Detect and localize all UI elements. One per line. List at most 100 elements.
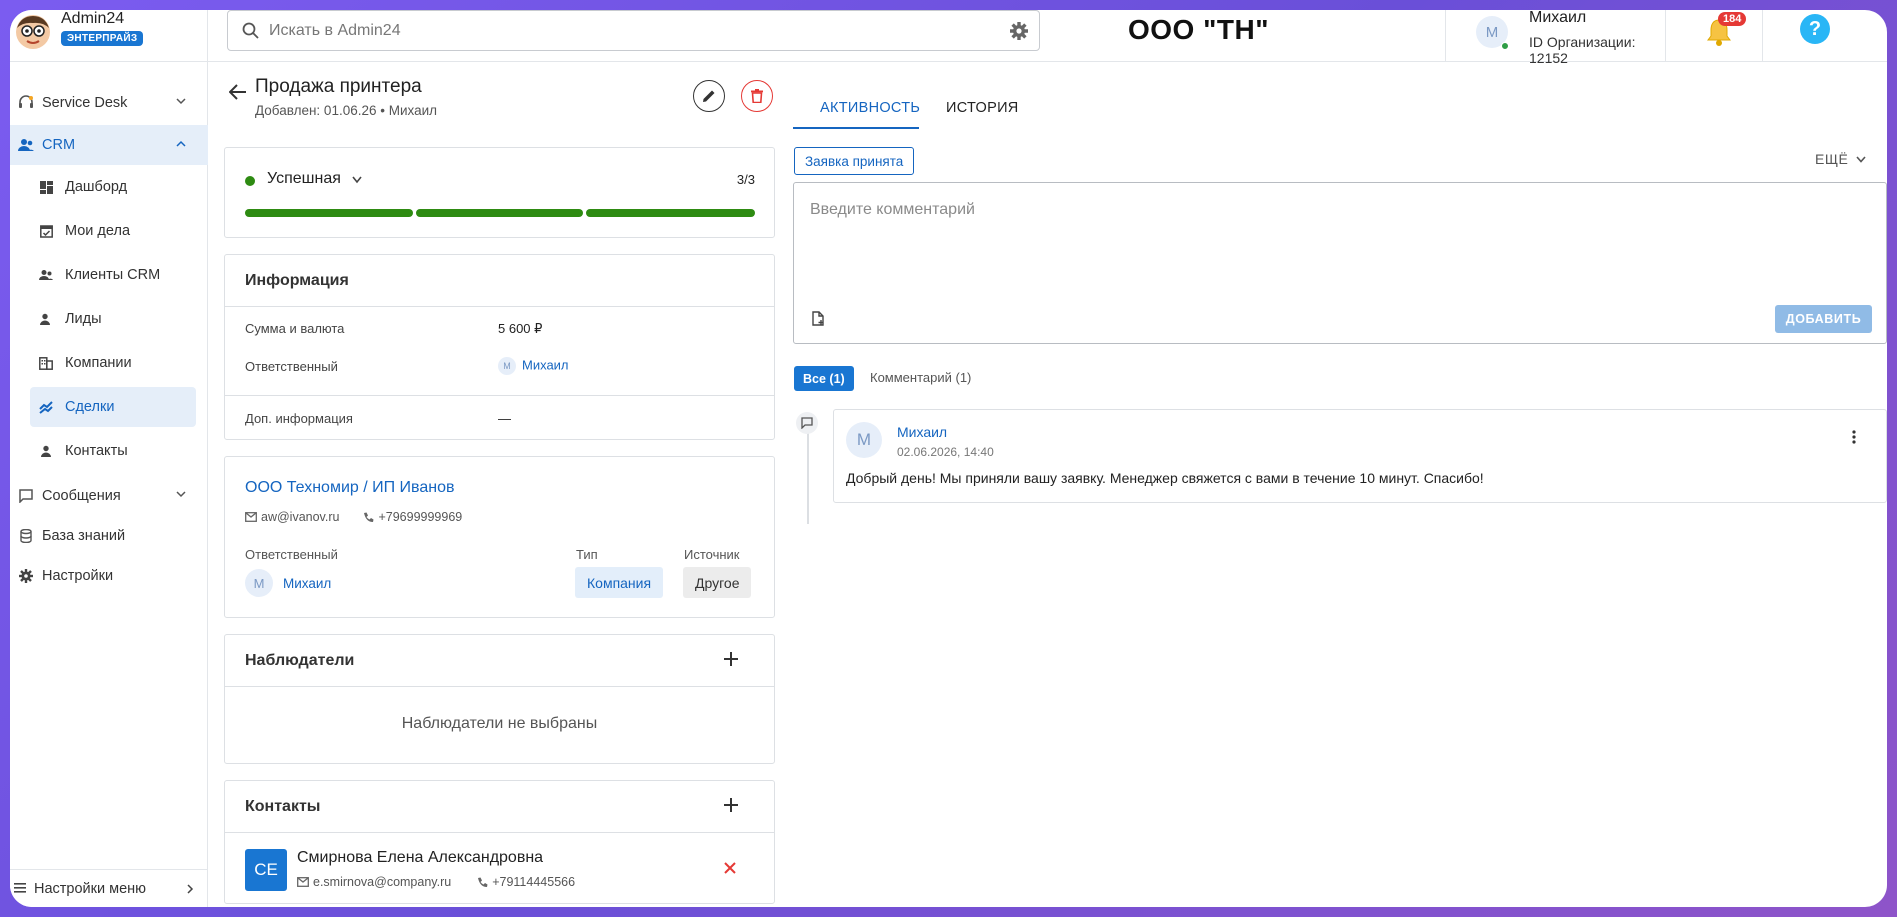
- stage-segment[interactable]: [416, 209, 583, 217]
- admin-avatar-icon: [16, 15, 50, 49]
- sidebar-item-label: Service Desk: [42, 95, 128, 111]
- menu-settings-button[interactable]: Настройки меню: [10, 869, 208, 907]
- chevron-up-icon: [176, 140, 186, 147]
- sidebar-item-contacts[interactable]: Контакты: [30, 431, 196, 471]
- attach-file-icon[interactable]: [812, 311, 825, 326]
- comment-input[interactable]: [810, 201, 1810, 261]
- help-button[interactable]: ?: [1800, 14, 1830, 44]
- tab-activity[interactable]: АКТИВНОСТЬ: [820, 100, 920, 116]
- comment-timeline-icon: [796, 412, 818, 434]
- sidebar-item-service-desk[interactable]: Service Desk: [10, 84, 208, 122]
- sidebar-item-label: Сделки: [65, 399, 115, 415]
- sidebar-item-label: Сообщения: [42, 488, 121, 504]
- notification-count-badge: 184: [1718, 12, 1747, 26]
- sidebar-item-label: Компании: [65, 355, 132, 371]
- status-button[interactable]: Заявка принята: [794, 147, 915, 175]
- company-responsible[interactable]: М Михаил: [245, 569, 331, 597]
- company-phone[interactable]: +79699999969: [378, 510, 462, 524]
- chevron-down-icon: [176, 98, 186, 105]
- comment-author-link[interactable]: Михаил: [897, 424, 947, 440]
- tab-history[interactable]: ИСТОРИЯ: [946, 100, 1019, 116]
- contact-email[interactable]: e.smirnova@company.ru: [313, 875, 451, 889]
- kebab-menu-icon[interactable]: [1852, 430, 1856, 444]
- chevron-down-icon[interactable]: [352, 176, 362, 184]
- stage-segment[interactable]: [245, 209, 413, 217]
- back-arrow-icon[interactable]: [229, 84, 247, 100]
- edit-button[interactable]: [693, 80, 725, 112]
- contact-name[interactable]: Смирнова Елена Александровна: [297, 849, 543, 867]
- filter-all-chip[interactable]: Все (1): [794, 366, 854, 391]
- info-label: Сумма и валюта: [245, 321, 345, 336]
- source-label: Источник: [684, 547, 740, 562]
- contact-details: e.smirnova@company.ru +79114445566: [297, 875, 575, 889]
- sidebar-item-label: База знаний: [42, 528, 126, 544]
- search-input[interactable]: [269, 21, 969, 40]
- sidebar-item-leads[interactable]: Лиды: [30, 299, 196, 339]
- responsible-name: Михаил: [522, 357, 569, 373]
- deal-subtitle: Добавлен: 01.06.26 • Михаил: [255, 103, 438, 118]
- headset-icon: [18, 95, 34, 111]
- phone-icon: [364, 512, 374, 522]
- responsible-label: Ответственный: [245, 547, 338, 562]
- responsible-link[interactable]: М Михаил: [498, 357, 569, 375]
- company-source-chip: Другое: [683, 567, 752, 598]
- search-box[interactable]: [227, 10, 1040, 51]
- app-name: Admin24: [61, 10, 125, 27]
- stage-card: Успешная 3/3: [224, 147, 775, 238]
- sidebar-item-knowledge-base[interactable]: База знаний: [10, 517, 208, 555]
- add-contact-icon[interactable]: [724, 798, 738, 812]
- search-icon: [242, 22, 259, 39]
- sidebar-item-crm[interactable]: CRM: [10, 125, 208, 165]
- sidebar-item-companies[interactable]: Компании: [30, 343, 196, 383]
- avatar: М: [245, 569, 273, 597]
- chat-icon: [18, 488, 34, 504]
- contacts-card: Контакты СЕ Смирнова Елена Александровна…: [224, 780, 775, 904]
- logo-area[interactable]: Admin24 ЭНТЕРПРАЙЗ: [10, 10, 208, 62]
- menu-settings-label: Настройки меню: [34, 880, 147, 897]
- sidebar-item-my-tasks[interactable]: Мои дела: [30, 211, 196, 251]
- database-icon: [18, 528, 34, 544]
- chevron-right-icon: [187, 884, 194, 894]
- organization-id: ID Организации: 12152: [1529, 34, 1636, 66]
- contact-avatar: СЕ: [245, 849, 287, 891]
- sidebar-item-deals[interactable]: Сделки: [30, 387, 196, 427]
- contact-phone[interactable]: +79114445566: [492, 875, 575, 889]
- sidebar-item-settings[interactable]: Настройки: [10, 557, 208, 595]
- company-card: ООО Техномир / ИП Иванов aw@ivanov.ru +7…: [224, 456, 775, 618]
- add-comment-button[interactable]: ДОБАВИТЬ: [1775, 305, 1872, 333]
- sidebar-item-label: Лиды: [65, 311, 102, 327]
- watchers-title: Наблюдатели: [225, 635, 774, 687]
- contacts-title: Контакты: [225, 781, 774, 833]
- company-contacts: aw@ivanov.ru +79699999969: [245, 510, 462, 524]
- timeline-line: [807, 430, 809, 524]
- sidebar-item-crm-clients[interactable]: Клиенты CRM: [30, 255, 196, 295]
- building-icon: [38, 355, 54, 371]
- sidebar-item-label: Контакты: [65, 443, 128, 459]
- search-settings-icon[interactable]: [1009, 21, 1029, 41]
- filter-comments-chip[interactable]: Комментарий (1): [870, 370, 971, 385]
- remove-contact-icon[interactable]: [724, 862, 736, 874]
- stage-segment[interactable]: [586, 209, 755, 217]
- handshake-icon: [38, 399, 54, 415]
- sidebar-item-label: Настройки: [42, 568, 114, 584]
- organization-title: ООО "ТН": [1128, 14, 1269, 45]
- notifications-button[interactable]: 184: [1665, 10, 1763, 62]
- delete-button[interactable]: [741, 80, 773, 112]
- add-watcher-icon[interactable]: [724, 652, 738, 666]
- sidebar-item-messages[interactable]: Сообщения: [10, 477, 208, 515]
- sidebar-item-dashboard[interactable]: Дашборд: [30, 167, 196, 207]
- trash-icon: [751, 89, 763, 103]
- stage-selector[interactable]: Успешная: [267, 170, 341, 188]
- type-label: Тип: [576, 547, 598, 562]
- more-menu-button[interactable]: ЕЩЁ: [1815, 151, 1866, 167]
- sidebar-item-label: Дашборд: [65, 179, 128, 195]
- user-menu[interactable]: М Михаил ID Организации: 12152: [1445, 10, 1665, 66]
- sidebar: Admin24 ЭНТЕРПРАЙЗ Service Desk CRM Дашб…: [10, 10, 208, 907]
- more-label: ЕЩЁ: [1815, 151, 1849, 167]
- company-name-link[interactable]: ООО Техномир / ИП Иванов: [245, 479, 455, 497]
- deal-title: Продажа принтера: [255, 76, 422, 97]
- company-email[interactable]: aw@ivanov.ru: [261, 510, 339, 524]
- sidebar-item-label: Клиенты CRM: [65, 267, 161, 283]
- contact-icon: [38, 443, 54, 459]
- online-status-icon: [1501, 42, 1509, 50]
